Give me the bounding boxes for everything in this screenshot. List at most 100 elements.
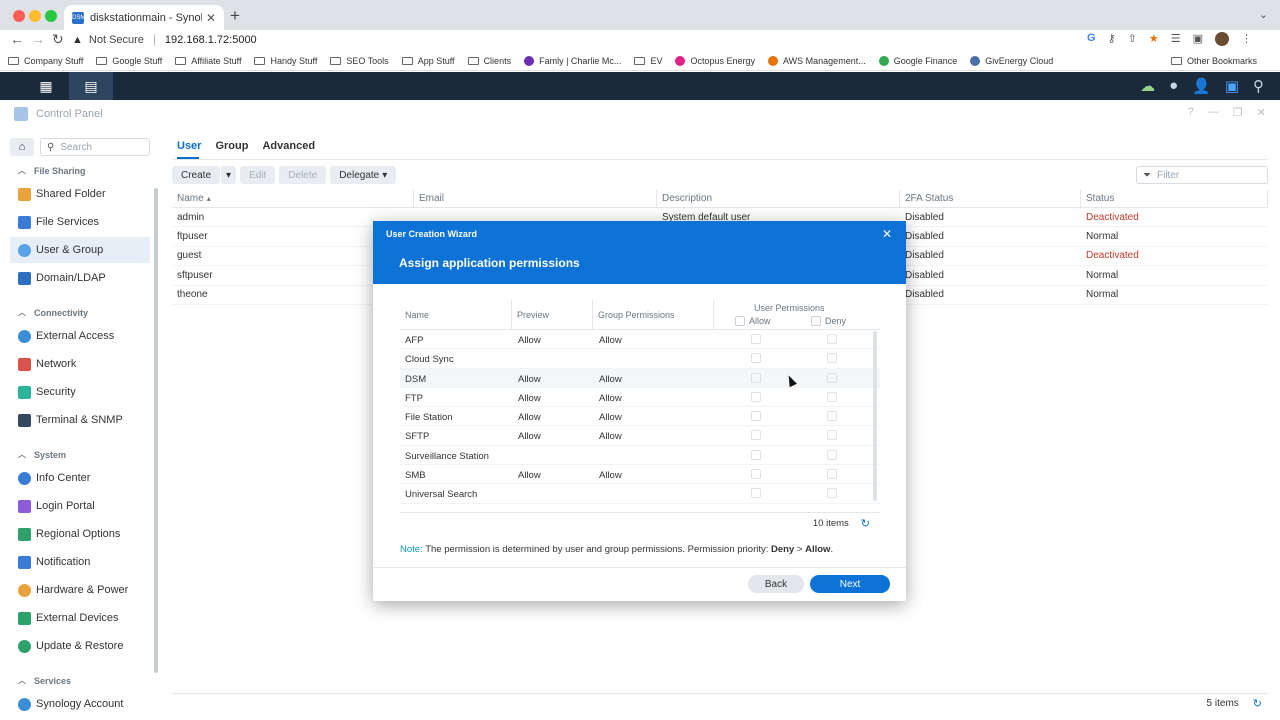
tab-close-icon[interactable]: ✕ (206, 11, 216, 25)
deny-checkbox[interactable] (827, 372, 837, 383)
home-icon[interactable]: ⌂ (10, 138, 34, 156)
deny-checkbox[interactable] (827, 469, 837, 480)
allow-all-checkbox[interactable]: Allow (735, 316, 771, 326)
section-connectivity[interactable]: ︿ Connectivity (18, 307, 88, 318)
bookmark-item[interactable]: GivEnergy Cloud (970, 55, 1053, 66)
bookmark-item[interactable]: Famly | Charlie Mc... (524, 55, 621, 66)
deny-checkbox[interactable] (827, 391, 837, 402)
sidebar-item-external-access[interactable]: External Access (10, 323, 150, 349)
section-system[interactable]: ︿ System (18, 449, 66, 460)
search-input[interactable]: ⚲ Search (40, 138, 150, 156)
permission-row[interactable]: AFP Allow Allow (400, 330, 880, 350)
allow-checkbox[interactable] (751, 353, 761, 364)
filter-input[interactable]: ⏷ Filter (1136, 166, 1268, 184)
reading-list-icon[interactable]: ☰ (1171, 32, 1181, 46)
allow-checkbox[interactable] (751, 430, 761, 441)
window-maximize-icon[interactable] (45, 10, 57, 22)
star-icon[interactable]: ★ (1149, 32, 1159, 46)
address-bar[interactable]: ▲ Not Secure 192.168.1.72:5000 G ⚷ ⇧ ★ ☰… (72, 30, 1252, 50)
column-header-description[interactable]: Description (657, 190, 900, 207)
sidebar-scrollbar[interactable] (154, 188, 158, 673)
column-header-email[interactable]: Email (414, 190, 657, 207)
deny-checkbox[interactable] (827, 334, 837, 344)
bookmark-item[interactable]: Octopus Energy (675, 55, 755, 66)
allow-checkbox[interactable] (751, 334, 761, 344)
side-panel-icon[interactable]: ▣ (1193, 32, 1203, 46)
search-icon[interactable]: ⚲ (1253, 77, 1264, 95)
permission-row[interactable]: DSM Allow Allow (400, 368, 880, 388)
control-panel-taskbar-icon[interactable]: ▤ (69, 72, 113, 100)
bookmark-item[interactable]: Affiliate Stuff (175, 56, 241, 66)
new-tab-icon[interactable]: + (230, 6, 240, 26)
tab-advanced[interactable]: Advanced (262, 140, 315, 152)
permission-row[interactable]: SFTP Allow Allow (400, 426, 880, 446)
deny-checkbox[interactable] (827, 449, 837, 460)
user-icon[interactable]: 👤 (1192, 77, 1211, 95)
refresh-icon[interactable]: ↻ (1253, 697, 1262, 710)
sidebar-item-regional-options[interactable]: Regional Options (10, 521, 150, 547)
sidebar-item-shared-folder[interactable]: Shared Folder (10, 181, 150, 207)
cloud-check-icon[interactable]: ☁ (1140, 77, 1155, 95)
permissions-scrollbar[interactable] (873, 331, 877, 501)
bookmark-item[interactable]: Company Stuff (8, 56, 83, 66)
section-file-sharing[interactable]: ︿ File Sharing (18, 165, 86, 176)
permission-row[interactable]: Cloud Sync (400, 349, 880, 369)
bookmark-item[interactable]: AWS Management... (768, 55, 866, 66)
deny-checkbox[interactable] (827, 430, 837, 441)
window-minimize-icon[interactable] (29, 10, 41, 22)
allow-checkbox[interactable] (751, 391, 761, 402)
permission-row[interactable]: SMB Allow Allow (400, 465, 880, 485)
delete-button[interactable]: Delete (279, 166, 327, 184)
chat-icon[interactable]: ● (1169, 77, 1178, 95)
restore-icon[interactable]: ❐ (1233, 106, 1243, 119)
create-button[interactable]: Create (172, 166, 221, 184)
column-header-name[interactable]: Name ▴ (172, 190, 414, 207)
create-dropdown-icon[interactable]: ▾ (220, 166, 237, 184)
help-icon[interactable]: ? (1188, 106, 1194, 119)
minimize-icon[interactable]: — (1208, 106, 1219, 119)
bookmark-item[interactable]: EV (634, 56, 662, 66)
permission-row[interactable]: Surveillance Station (400, 446, 880, 466)
allow-checkbox[interactable] (751, 411, 761, 422)
sidebar-item-terminal-snmp[interactable]: Terminal & SNMP (10, 407, 150, 433)
sidebar-item-info-center[interactable]: Info Center (10, 465, 150, 491)
sidebar-item-external-devices[interactable]: External Devices (10, 605, 150, 631)
back-button[interactable]: Back (748, 575, 804, 593)
sidebar-item-user-group[interactable]: User & Group (10, 237, 150, 263)
bookmark-item[interactable]: SEO Tools (330, 56, 389, 66)
allow-checkbox[interactable] (751, 488, 761, 499)
window-close-icon[interactable] (13, 10, 25, 22)
sidebar-item-hardware-power[interactable]: Hardware & Power (10, 577, 150, 603)
profile-avatar[interactable] (1215, 32, 1229, 46)
tab-list-icon[interactable]: ⌄ (1259, 8, 1268, 21)
column-header-group-permissions[interactable]: Group Permissions (593, 300, 714, 330)
bookmark-item[interactable]: Clients (467, 56, 511, 66)
bookmark-item[interactable]: Handy Stuff (254, 56, 317, 66)
column-header-preview[interactable]: Preview (512, 300, 593, 330)
deny-checkbox[interactable] (827, 411, 837, 422)
bookmark-item[interactable]: App Stuff (401, 56, 455, 66)
permission-row[interactable]: File Station Allow Allow (400, 407, 880, 427)
bookmark-item[interactable]: Google Finance (878, 55, 957, 66)
deny-all-checkbox[interactable]: Deny (811, 316, 846, 326)
tab-user[interactable]: User (177, 140, 201, 152)
allow-checkbox[interactable] (751, 372, 761, 383)
forward-arrow-icon[interactable]: → (31, 31, 45, 47)
back-arrow-icon[interactable]: ← (10, 31, 24, 47)
close-icon[interactable]: ✕ (1257, 106, 1266, 119)
bookmark-item[interactable]: Google Stuff (96, 56, 162, 66)
permission-row[interactable]: FTP Allow Allow (400, 388, 880, 408)
allow-checkbox[interactable] (751, 469, 761, 480)
sidebar-item-security[interactable]: Security (10, 379, 150, 405)
sidebar-item-domain-ldap[interactable]: Domain/LDAP (10, 265, 150, 291)
deny-checkbox[interactable] (827, 488, 837, 499)
deny-checkbox[interactable] (827, 353, 837, 364)
google-icon[interactable]: G (1087, 32, 1096, 46)
next-button[interactable]: Next (810, 575, 890, 593)
main-menu-icon[interactable]: ▦ (24, 72, 68, 100)
section-services[interactable]: ︿ Services (18, 675, 71, 686)
column-header-status[interactable]: Status (1081, 190, 1268, 207)
column-header-2fa[interactable]: 2FA Status (900, 190, 1081, 207)
sidebar-item-update-restore[interactable]: Update & Restore (10, 633, 150, 659)
refresh-icon[interactable]: ↻ (861, 517, 870, 530)
